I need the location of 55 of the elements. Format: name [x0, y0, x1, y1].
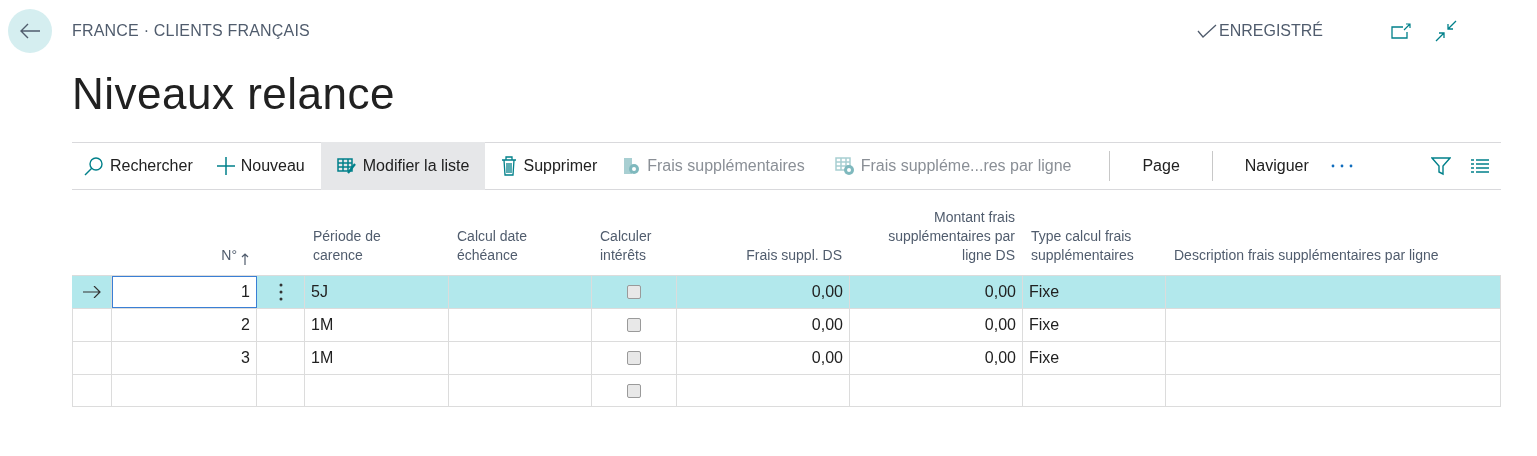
column-header[interactable]: Calculer intérêts	[600, 227, 657, 265]
checkbox[interactable]	[627, 351, 641, 365]
table-cell: Fixe	[1029, 283, 1060, 301]
menu-tab[interactable]: Page	[1130, 142, 1192, 190]
table-cell: 3	[241, 349, 250, 367]
table-cell: Fixe	[1029, 349, 1060, 367]
table-cell: 0,00	[811, 283, 843, 301]
table-cell: Fixe	[1029, 316, 1060, 334]
breadcrumb: FRANCE · CLIENTS FRANÇAIS	[72, 22, 310, 40]
back-button[interactable]	[8, 9, 52, 53]
page-title: Niveaux relance	[72, 68, 396, 120]
current-row-arrow-icon	[83, 286, 101, 298]
column-header[interactable]: Période de carence	[313, 227, 429, 265]
edit-table-icon	[336, 157, 357, 175]
document-gear-icon	[621, 156, 642, 176]
menu-tab[interactable]: Naviguer	[1232, 142, 1321, 190]
table-row[interactable]: 3 1M 0,00 0,00 Fixe	[72, 341, 1501, 374]
table-cell: 2	[241, 316, 250, 334]
trash-icon	[501, 156, 518, 176]
filter-icon[interactable]	[1431, 156, 1451, 176]
table-cell: 1M	[311, 349, 334, 367]
column-header[interactable]: N°	[221, 246, 237, 265]
row-actions-icon[interactable]	[278, 283, 283, 301]
checkbox[interactable]	[627, 318, 641, 332]
table-cell: 0,00	[984, 283, 1016, 301]
table-cell: 0,00	[984, 349, 1016, 367]
column-header[interactable]: Calcul date échéance	[457, 227, 572, 265]
checkbox[interactable]	[627, 285, 641, 299]
table-row[interactable]: 1 5J 0,00 0,00 Fixe	[72, 275, 1501, 308]
table-cell: 5J	[311, 283, 328, 301]
list-view-icon[interactable]	[1471, 159, 1489, 173]
toolbar-button[interactable]: Modifier la liste	[320, 142, 486, 190]
checkbox[interactable]	[627, 384, 641, 398]
column-header[interactable]: Frais suppl. DS	[746, 246, 842, 265]
table-cell: 1	[241, 283, 250, 301]
checkmark-icon	[1197, 24, 1217, 38]
more-icon[interactable]	[1330, 164, 1353, 168]
table-cell: 1M	[311, 316, 334, 334]
open-new-window-icon[interactable]	[1391, 23, 1411, 39]
table-cell: 0,00	[811, 349, 843, 367]
toolbar-button[interactable]: Rechercher	[72, 142, 205, 190]
table-cell: 0,00	[984, 316, 1016, 334]
back-arrow-icon	[19, 23, 41, 39]
table-row[interactable]: 2 1M 0,00 0,00 Fixe	[72, 308, 1501, 341]
toolbar-button[interactable]: Supprimer	[489, 142, 610, 190]
column-header[interactable]: Type calcul frais supplémentaires	[1031, 227, 1146, 265]
table-gear-icon	[834, 156, 855, 176]
column-header[interactable]: Montant frais supplémentaires par ligne DS	[870, 208, 1015, 265]
toolbar-button[interactable]: Nouveau	[204, 142, 317, 190]
collapse-icon[interactable]	[1435, 20, 1457, 42]
table-cell: 0,00	[811, 316, 843, 334]
plus-icon	[216, 157, 235, 175]
column-header[interactable]: Description frais supplémentaires par ligne	[1174, 246, 1439, 265]
save-status: ENREGISTRÉ	[1219, 22, 1323, 40]
search-icon	[84, 156, 104, 176]
